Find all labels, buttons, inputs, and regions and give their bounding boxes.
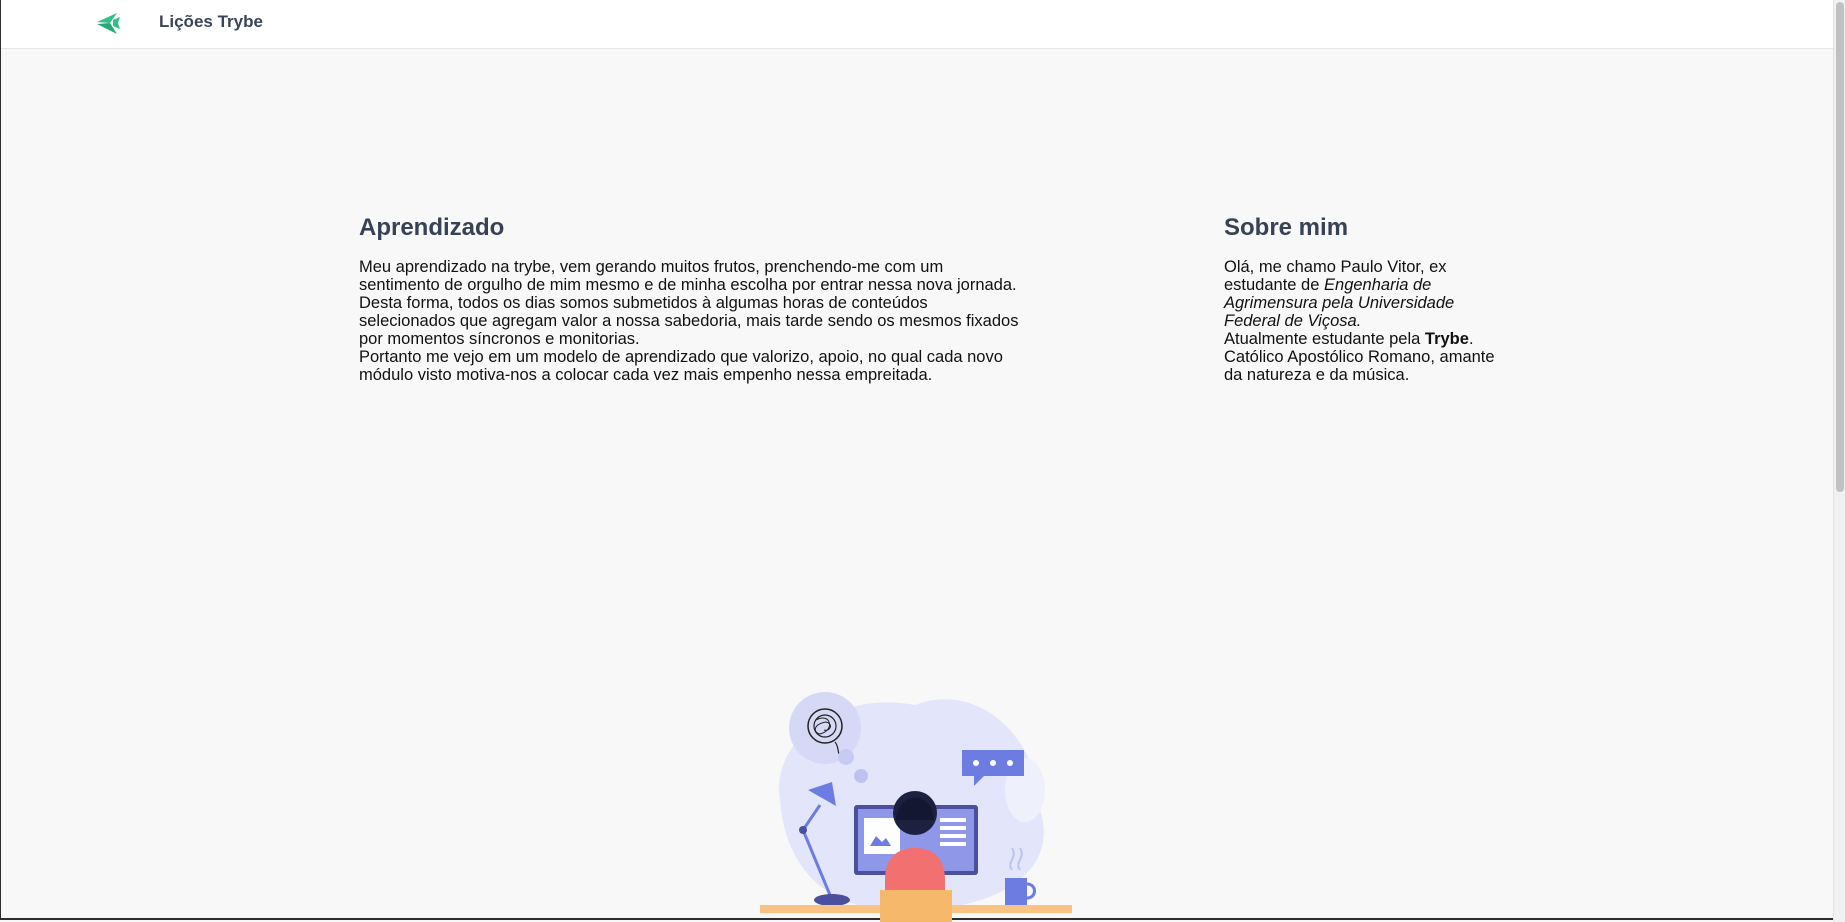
about-current: Atualmente estudante pela [1224,330,1421,348]
learning-paragraph-2: Desta forma, todos os dias somos submeti… [359,294,1019,348]
scrollbar-thumb[interactable] [1836,2,1844,492]
learning-paragraph-1: Meu aprendizado na trybe, vem gerando mu… [359,258,1017,294]
learning-paragraph-3: Portanto me vejo em um modelo de aprendi… [359,348,1003,384]
learning-heading: Aprendizado [359,214,505,241]
about-interests: Católico Apostólico Romano, amante da na… [1224,348,1495,384]
person-at-desk-illustration [760,692,1072,922]
about-heading: Sobre mim [1224,214,1349,241]
about-period: . [1468,330,1474,348]
learning-section: Aprendizado Meu aprendizado na trybe, ve… [359,214,1019,384]
about-section: Sobre mim Olá, me chamo Paulo Vitor, ex … [1224,214,1509,384]
vertical-scrollbar[interactable] [1833,0,1845,922]
about-text: Olá, me chamo Paulo Vitor, ex estudante … [1224,258,1509,384]
about-school: Trybe [1424,330,1469,348]
site-title[interactable]: Lições Trybe [159,12,263,32]
trybe-logo-icon[interactable] [94,9,122,37]
top-navbar: Lições Trybe [1,0,1833,49]
